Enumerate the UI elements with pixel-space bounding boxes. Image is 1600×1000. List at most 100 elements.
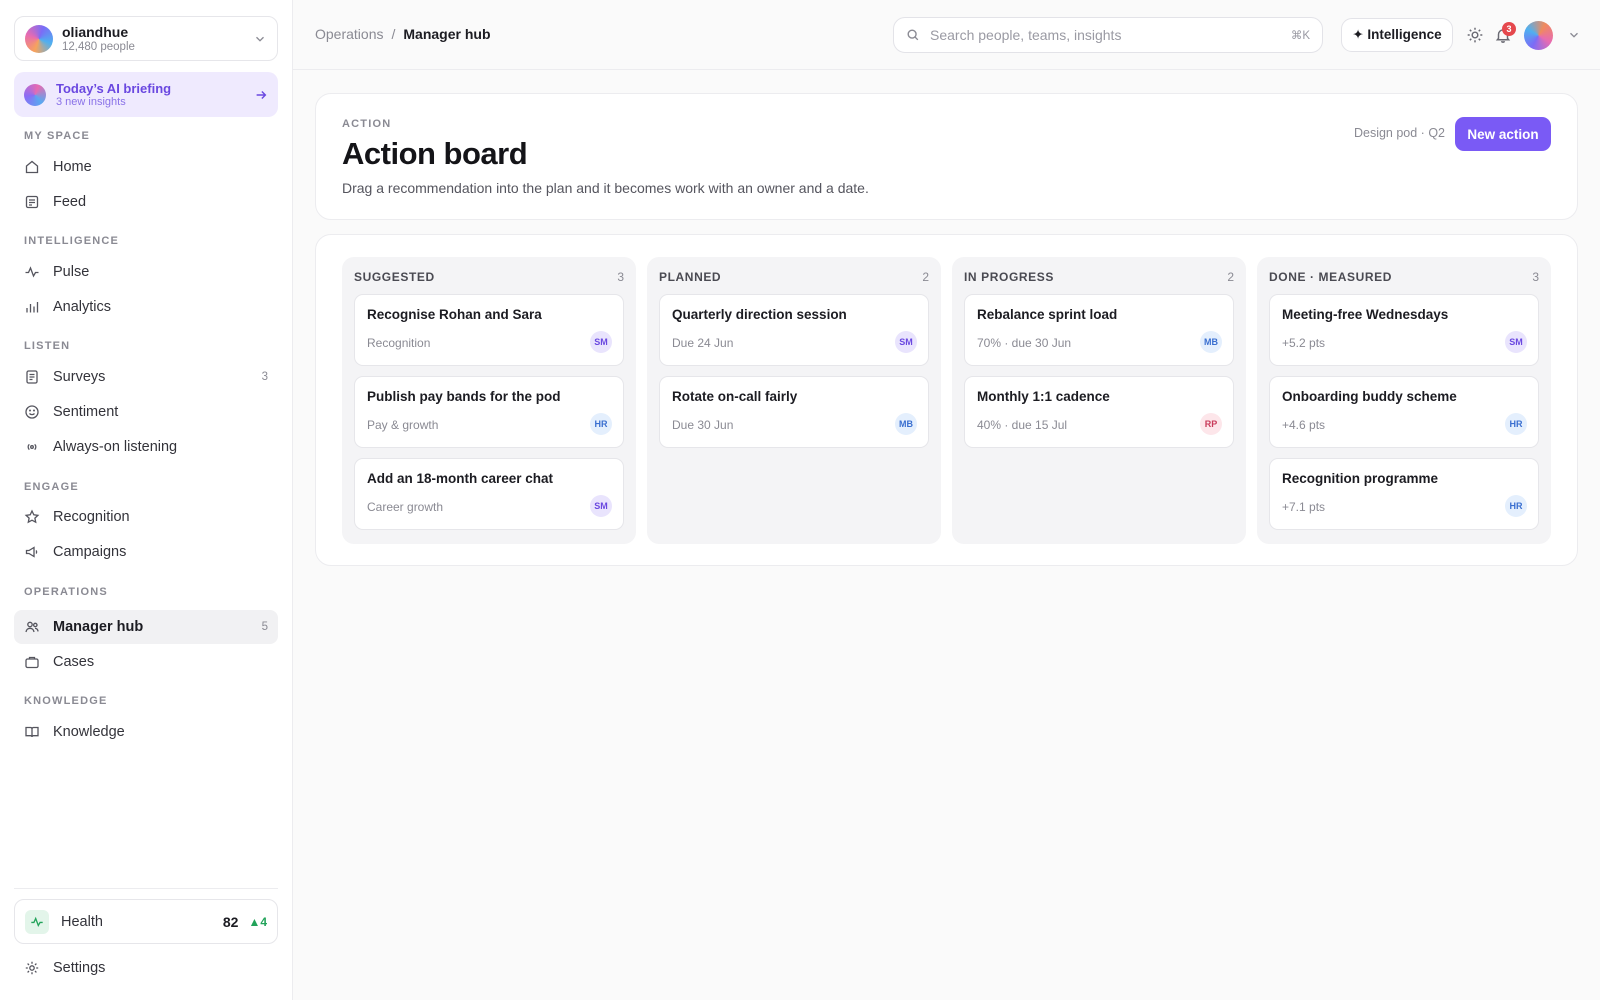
page-title: Action board [342,136,528,171]
sidebar-item-label: Manager hub [53,619,144,635]
section-label-listen: LISTEN [24,340,71,352]
card-title: Monthly 1:1 cadence [977,389,1110,404]
column-count: 3 [617,270,624,284]
card-meta: +5.2 pts [1282,336,1326,350]
ai-briefing-subtitle: 3 new insights [56,95,126,108]
column-in-progress: IN PROGRESS 2 Rebalance sprint load 70% … [952,257,1246,544]
sidebar-item-manager-hub[interactable]: Manager hub 5 [14,610,278,644]
new-action-button[interactable]: New action [1455,117,1551,151]
card-meta: +7.1 pts [1282,500,1326,514]
org-people-count: 12,480 people [62,40,135,53]
owner-avatar: HR [1505,495,1527,517]
sidebar-item-label: Surveys [53,369,106,385]
home-icon [25,160,39,174]
search-input[interactable] [930,27,1291,43]
search-bar[interactable]: ⌘K [893,17,1323,53]
sidebar-item-label: Sentiment [53,404,119,420]
chevron-down-icon[interactable] [1567,28,1581,42]
action-card[interactable]: Publish pay bands for the pod Pay & grow… [354,376,624,448]
notification-badge: 3 [1502,22,1516,36]
action-card[interactable]: Quarterly direction session Due 24 Jun S… [659,294,929,366]
owner-avatar: RP [1200,413,1222,435]
action-card[interactable]: Add an 18-month career chat Career growt… [354,458,624,530]
topbar: Operations / Manager hub ⌘K ✦ Intelligen… [293,0,1600,70]
health-widget[interactable]: Health 82 ▲4 [14,899,278,944]
surveys-count-badge: 3 [261,371,268,383]
kanban-board: SUGGESTED 3 Recognise Rohan and Sara Rec… [315,234,1578,566]
card-title: Recognise Rohan and Sara [367,307,542,322]
sidebar-item-pulse[interactable]: Pulse [14,255,278,289]
sun-icon[interactable] [1466,26,1484,44]
sidebar-item-recognition[interactable]: Recognition [14,500,278,534]
card-title: Quarterly direction session [672,307,847,322]
search-shortcut: ⌘K [1290,30,1310,42]
card-meta: Due 24 Jun [672,336,734,350]
card-title: Onboarding buddy scheme [1282,389,1457,404]
card-meta: 40% · due 15 Jul [977,418,1068,432]
card-title: Add an 18-month career chat [367,471,554,486]
megaphone-icon [25,546,38,558]
sidebar-item-label: Always-on listening [53,439,178,455]
column-suggested: SUGGESTED 3 Recognise Rohan and Sara Rec… [342,257,636,544]
sidebar: oliandhue 12,480 people Today’s AI brief… [0,0,293,1000]
owner-avatar: MB [1200,331,1222,353]
sidebar-item-always-on-listening[interactable]: Always-on listening [14,430,278,464]
sidebar-item-campaigns[interactable]: Campaigns [14,535,278,569]
avatar[interactable] [1524,21,1553,50]
ai-briefing-avatar [24,83,46,106]
breadcrumb-operations[interactable]: Operations [315,26,383,42]
column-count: 2 [1227,270,1234,284]
sidebar-divider [14,888,278,889]
scope-label: Design pod · Q2 [1353,126,1445,140]
health-label: Health [61,913,103,930]
action-card[interactable]: Meeting-free Wednesdays +5.2 pts SM [1269,294,1539,366]
action-card[interactable]: Onboarding buddy scheme +4.6 pts HR [1269,376,1539,448]
owner-avatar: HR [590,413,612,435]
column-count: 2 [922,270,929,284]
action-card[interactable]: Rebalance sprint load 70% · due 30 Jun M… [964,294,1234,366]
org-switcher[interactable]: oliandhue 12,480 people [14,16,278,61]
action-card[interactable]: Monthly 1:1 cadence 40% · due 15 Jul RP [964,376,1234,448]
page-header: ACTION Action board Drag a recommendatio… [315,93,1578,220]
card-meta: Recognition [367,336,431,350]
owner-avatar: HR [1505,413,1527,435]
book-icon [25,726,39,738]
org-name: oliandhue [62,23,129,40]
page-eyebrow: ACTION [342,118,392,130]
column-title: IN PROGRESS [964,270,1054,284]
section-label-intelligence: INTELLIGENCE [24,235,120,247]
sidebar-item-analytics[interactable]: Analytics [14,290,278,324]
health-score: 82 [222,913,239,930]
owner-avatar: SM [590,495,612,517]
bar-chart-icon [26,302,39,313]
ai-briefing-banner[interactable]: Today’s AI briefing 3 new insights [14,72,278,117]
action-card[interactable]: Recognise Rohan and Sara Recognition SM [354,294,624,366]
owner-avatar: SM [1505,331,1527,353]
sidebar-item-surveys[interactable]: Surveys 3 [14,360,278,394]
star-icon [24,509,40,524]
intelligence-button[interactable]: ✦ Intelligence [1341,18,1453,52]
page-subtitle: Drag a recommendation into the plan and … [342,180,869,196]
sidebar-item-label: Home [53,159,92,175]
sidebar-item-knowledge[interactable]: Knowledge [14,715,278,749]
card-meta: 70% · due 30 Jun [977,336,1072,350]
arrow-right-icon [256,90,267,99]
card-meta: +4.6 pts [1282,418,1326,432]
section-label-engage: ENGAGE [24,481,79,493]
section-label-my-space: MY SPACE [24,130,91,142]
sidebar-item-home[interactable]: Home [14,150,278,184]
card-title: Publish pay bands for the pod [367,389,561,404]
column-done-measured: DONE · MEASURED 3 Meeting-free Wednesday… [1257,257,1551,544]
sidebar-item-cases[interactable]: Cases [14,645,278,679]
sidebar-item-sentiment[interactable]: Sentiment [14,395,278,429]
pulse-icon [25,909,49,934]
survey-icon [26,370,38,384]
sidebar-item-label: Pulse [53,264,90,280]
section-label-operations: OPERATIONS [24,586,108,598]
sidebar-item-settings[interactable]: Settings [14,951,278,985]
health-delta: ▲4 [248,914,267,929]
action-card[interactable]: Rotate on-call fairly Due 30 Jun MB [659,376,929,448]
action-card[interactable]: Recognition programme +7.1 pts HR [1269,458,1539,530]
broadcast-icon [27,443,37,451]
sidebar-item-feed[interactable]: Feed [14,185,278,219]
